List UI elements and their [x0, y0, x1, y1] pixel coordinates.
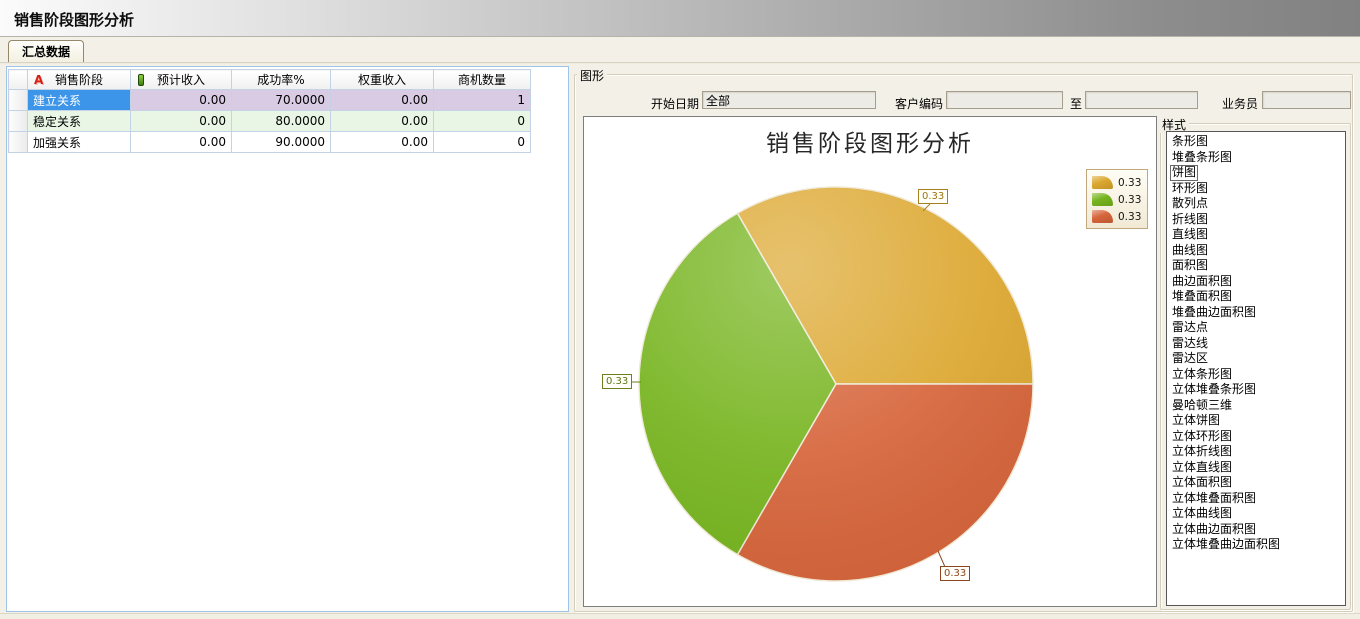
- legend-swatch-icon: [1092, 176, 1113, 189]
- column-header-success-rate-label: 成功率%: [257, 73, 304, 87]
- column-header-weighted-income-label: 权重收入: [358, 73, 406, 87]
- column-header-success-rate[interactable]: 成功率%: [232, 70, 331, 90]
- column-header-expected-income[interactable]: 预计收入: [131, 70, 232, 90]
- style-option[interactable]: 雷达点: [1170, 320, 1210, 336]
- style-option[interactable]: 立体环形图: [1170, 429, 1234, 445]
- column-header-stage[interactable]: A 销售阶段: [28, 70, 131, 90]
- legend-swatch-icon: [1092, 193, 1113, 206]
- slice-value-callout-green: 0.33: [602, 374, 632, 389]
- style-option[interactable]: 饼图: [1170, 165, 1198, 181]
- style-option[interactable]: 面积图: [1170, 258, 1210, 274]
- tab-strip-divider: [0, 62, 1360, 64]
- column-header-opportunity-count[interactable]: 商机数量: [434, 70, 531, 90]
- style-option[interactable]: 立体堆叠面积图: [1170, 491, 1258, 507]
- row-indicator: [9, 132, 28, 153]
- salesman-label: 业务员: [1216, 95, 1258, 112]
- table-row-selected[interactable]: 建立关系 0.00 70.0000 0.00 1: [9, 90, 531, 111]
- table-row[interactable]: 稳定关系 0.00 80.0000 0.00 0: [9, 111, 531, 132]
- cell-weighted-income: 0.00: [331, 90, 434, 111]
- to-label: 至: [1068, 95, 1082, 112]
- sales-stage-analysis-window: 销售阶段图形分析 汇总数据 A 销售阶段 预计收入 成功率%: [0, 0, 1360, 619]
- style-option[interactable]: 立体饼图: [1170, 413, 1222, 429]
- style-option[interactable]: 立体堆叠曲边面积图: [1170, 537, 1282, 553]
- start-date-label: 开始日期: [645, 95, 699, 112]
- window-title: 销售阶段图形分析: [0, 0, 1360, 30]
- style-option[interactable]: 直线图: [1170, 227, 1210, 243]
- cell-stage: 加强关系: [28, 132, 131, 153]
- table-header-row: A 销售阶段 预计收入 成功率% 权重收入 商机数量: [9, 70, 531, 90]
- cell-weighted-income: 0.00: [331, 132, 434, 153]
- legend-value: 0.33: [1118, 194, 1141, 206]
- pie-chart-panel: 销售阶段图形分析 0.33 0.33 0.33: [583, 116, 1157, 607]
- field-pill-icon: [138, 74, 144, 86]
- legend-entry: 0.33: [1092, 208, 1143, 225]
- legend-entry: 0.33: [1092, 191, 1143, 208]
- column-header-stage-label: 销售阶段: [55, 73, 103, 87]
- style-option[interactable]: 折线图: [1170, 212, 1210, 228]
- chart-style-listbox[interactable]: 条形图 堆叠条形图 饼图 环形图 散列点 折线图 直线图 曲线图 面积图 曲边面…: [1166, 131, 1346, 606]
- customer-code-to-input[interactable]: [1085, 91, 1198, 109]
- slice-value-callout-gold: 0.33: [918, 189, 948, 204]
- style-option[interactable]: 堆叠条形图: [1170, 150, 1234, 166]
- style-option[interactable]: 立体堆叠条形图: [1170, 382, 1258, 398]
- style-option[interactable]: 立体曲线图: [1170, 506, 1234, 522]
- cell-opportunity-count: 0: [434, 132, 531, 153]
- style-option[interactable]: 曼哈顿三维: [1170, 398, 1234, 414]
- cell-success-rate: 90.0000: [232, 132, 331, 153]
- style-option[interactable]: 立体折线图: [1170, 444, 1234, 460]
- cell-opportunity-count: 0: [434, 111, 531, 132]
- summary-grid-panel: A 销售阶段 预计收入 成功率% 权重收入 商机数量: [6, 66, 569, 612]
- style-option[interactable]: 立体直线图: [1170, 460, 1234, 476]
- customer-code-label: 客户编码: [887, 95, 943, 112]
- style-option[interactable]: 曲边面积图: [1170, 274, 1234, 290]
- cell-weighted-income: 0.00: [331, 111, 434, 132]
- style-option[interactable]: 散列点: [1170, 196, 1210, 212]
- row-indicator: [9, 90, 28, 111]
- style-option[interactable]: 立体面积图: [1170, 475, 1234, 491]
- sales-stage-table: A 销售阶段 预计收入 成功率% 权重收入 商机数量: [8, 69, 531, 153]
- cell-expected-income: 0.00: [131, 90, 232, 111]
- legend-value: 0.33: [1118, 177, 1141, 189]
- table-row[interactable]: 加强关系 0.00 90.0000 0.00 0: [9, 132, 531, 153]
- start-date-input[interactable]: [702, 91, 876, 109]
- sort-a-icon: A: [34, 73, 43, 87]
- style-option[interactable]: 立体曲边面积图: [1170, 522, 1258, 538]
- cell-expected-income: 0.00: [131, 132, 232, 153]
- bottom-strip: [0, 613, 1360, 619]
- row-indicator-header: [9, 70, 28, 90]
- cell-expected-income: 0.00: [131, 111, 232, 132]
- style-option[interactable]: 曲线图: [1170, 243, 1210, 259]
- legend-value: 0.33: [1118, 211, 1141, 223]
- style-option[interactable]: 堆叠曲边面积图: [1170, 305, 1258, 321]
- cell-success-rate: 80.0000: [232, 111, 331, 132]
- callout-leader-red: [938, 551, 945, 567]
- chart-legend: 0.33 0.33 0.33: [1086, 169, 1148, 229]
- graph-group-label: 图形: [577, 67, 607, 84]
- pie-sheen-overlay: [640, 188, 1032, 580]
- cell-stage: 建立关系: [28, 90, 131, 111]
- tab-summary-data[interactable]: 汇总数据: [8, 40, 84, 63]
- style-option[interactable]: 堆叠面积图: [1170, 289, 1234, 305]
- style-option[interactable]: 雷达线: [1170, 336, 1210, 352]
- salesman-input[interactable]: [1262, 91, 1351, 109]
- cell-opportunity-count: 1: [434, 90, 531, 111]
- window-titlebar: 销售阶段图形分析: [0, 0, 1360, 37]
- slice-value-callout-red: 0.33: [940, 566, 970, 581]
- legend-swatch-icon: [1092, 210, 1113, 223]
- customer-code-input[interactable]: [946, 91, 1063, 109]
- column-header-weighted-income[interactable]: 权重收入: [331, 70, 434, 90]
- style-option[interactable]: 条形图: [1170, 134, 1210, 150]
- pie-chart: [584, 117, 1158, 608]
- style-option[interactable]: 环形图: [1170, 181, 1210, 197]
- legend-entry: 0.33: [1092, 174, 1143, 191]
- cell-stage: 稳定关系: [28, 111, 131, 132]
- style-option[interactable]: 雷达区: [1170, 351, 1210, 367]
- column-header-opportunity-count-label: 商机数量: [458, 73, 506, 87]
- column-header-expected-income-label: 预计收入: [157, 73, 205, 87]
- style-option[interactable]: 立体条形图: [1170, 367, 1234, 383]
- cell-success-rate: 70.0000: [232, 90, 331, 111]
- row-indicator: [9, 111, 28, 132]
